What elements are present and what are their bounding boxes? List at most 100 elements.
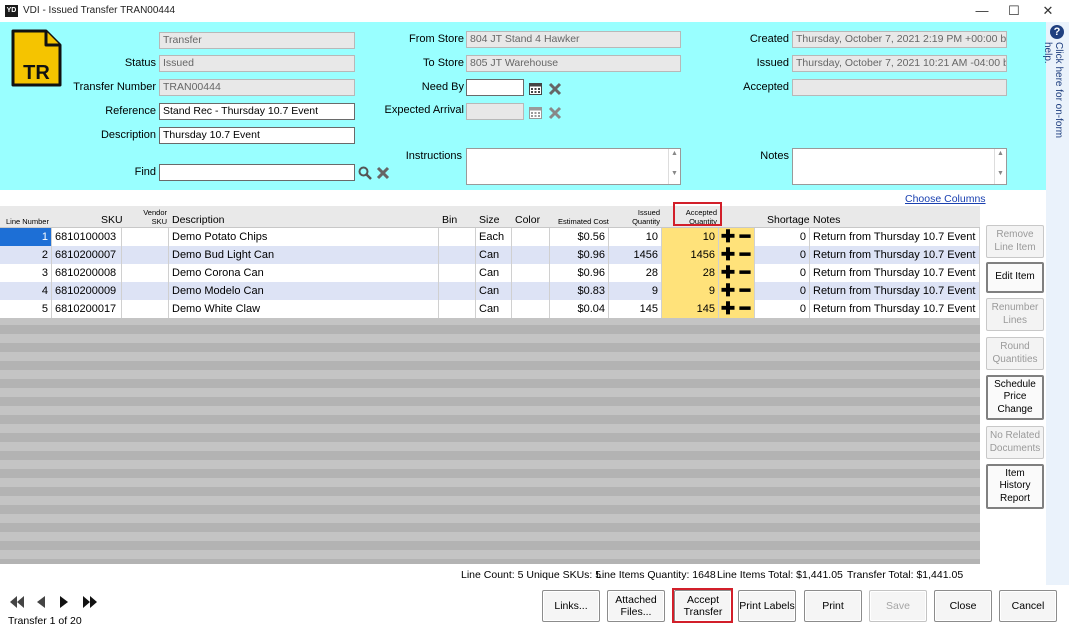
help-icon[interactable]: ? xyxy=(1050,25,1064,39)
cell-cost[interactable]: $0.56 xyxy=(550,228,609,246)
plus-icon[interactable]: ✚ xyxy=(720,282,736,299)
cell-shortage[interactable]: 0 xyxy=(755,246,810,264)
col-size[interactable]: Size xyxy=(479,214,499,226)
cell-cost[interactable]: $0.96 xyxy=(550,264,609,282)
print-labels-button[interactable]: Print Labels xyxy=(738,590,796,622)
col-estimated-cost[interactable]: Estimated Cost xyxy=(558,217,609,226)
cell-sku[interactable]: 6810100003 xyxy=(52,228,122,246)
cell-bin[interactable] xyxy=(439,300,476,318)
cell-size[interactable]: Can xyxy=(476,300,512,318)
save-button[interactable]: Save xyxy=(869,590,927,622)
cell-bin[interactable] xyxy=(439,264,476,282)
cell-sku[interactable]: 6810200017 xyxy=(52,300,122,318)
cell-accepted[interactable]: 145 xyxy=(662,300,719,318)
cell-notes[interactable]: Return from Thursday 10.7 Event xyxy=(810,246,980,264)
edit-item-button[interactable]: Edit Item xyxy=(986,262,1044,293)
cell-issued[interactable]: 9 xyxy=(609,282,662,300)
minus-icon[interactable]: ━ xyxy=(737,282,753,299)
cell-vendor-sku[interactable] xyxy=(122,282,169,300)
col-notes[interactable]: Notes xyxy=(813,214,840,226)
cell-notes[interactable]: Return from Thursday 10.7 Event xyxy=(810,300,980,318)
cell-bin[interactable] xyxy=(439,246,476,264)
cell-bin[interactable] xyxy=(439,228,476,246)
links-button[interactable]: Links... xyxy=(542,590,600,622)
maximize-button[interactable]: ☐ xyxy=(998,1,1030,21)
col-issued-quantity[interactable]: Issued Quantity xyxy=(622,208,660,226)
renumber-lines-button[interactable]: Renumber Lines xyxy=(986,298,1044,331)
previous-record-icon[interactable] xyxy=(35,595,47,613)
col-vendor-sku[interactable]: Vendor SKU xyxy=(141,208,167,226)
cell-line[interactable]: 1 xyxy=(0,228,52,246)
attached-files-button[interactable]: Attached Files... xyxy=(607,590,665,622)
col-shortage[interactable]: Shortage xyxy=(767,214,810,226)
cell-line[interactable]: 2 xyxy=(0,246,52,264)
cell-description[interactable]: Demo Modelo Can xyxy=(169,282,439,300)
close-button[interactable]: Close xyxy=(934,590,992,622)
print-button[interactable]: Print xyxy=(804,590,862,622)
plus-icon[interactable]: ✚ xyxy=(720,228,736,245)
item-history-report-button[interactable]: Item History Report xyxy=(986,464,1044,509)
reference-input[interactable]: Stand Rec - Thursday 10.7 Event xyxy=(159,103,355,120)
find-input[interactable] xyxy=(159,164,355,181)
instructions-scrollbar[interactable]: ▲ ▼ xyxy=(668,149,680,184)
clear-need-by-icon[interactable] xyxy=(548,82,562,96)
cell-description[interactable]: Demo White Claw xyxy=(169,300,439,318)
cell-sku[interactable]: 6810200007 xyxy=(52,246,122,264)
plus-icon[interactable]: ✚ xyxy=(720,264,736,281)
plus-icon[interactable]: ✚ xyxy=(720,300,736,317)
round-quantities-button[interactable]: Round Quantities xyxy=(986,337,1044,370)
cell-cost[interactable]: $0.83 xyxy=(550,282,609,300)
notes-textarea[interactable] xyxy=(792,148,1007,185)
minus-icon[interactable]: ━ xyxy=(737,228,753,245)
cell-color[interactable] xyxy=(512,264,550,282)
cell-description[interactable]: Demo Bud Light Can xyxy=(169,246,439,264)
cell-notes[interactable]: Return from Thursday 10.7 Event xyxy=(810,264,980,282)
cell-shortage[interactable]: 0 xyxy=(755,300,810,318)
table-row[interactable]: 3 6810200008 Demo Corona Can Can $0.96 2… xyxy=(0,264,980,282)
cell-cost[interactable]: $0.96 xyxy=(550,246,609,264)
cell-vendor-sku[interactable] xyxy=(122,300,169,318)
cell-accepted[interactable]: 9 xyxy=(662,282,719,300)
cell-line[interactable]: 5 xyxy=(0,300,52,318)
last-record-icon[interactable] xyxy=(81,595,99,613)
cell-cost[interactable]: $0.04 xyxy=(550,300,609,318)
need-by-input[interactable] xyxy=(466,79,524,96)
table-row[interactable]: 5 6810200017 Demo White Claw Can $0.04 1… xyxy=(0,300,980,318)
col-bin[interactable]: Bin xyxy=(442,214,457,226)
cell-notes[interactable]: Return from Thursday 10.7 Event xyxy=(810,228,980,246)
col-sku[interactable]: SKU xyxy=(101,214,123,226)
cell-color[interactable] xyxy=(512,300,550,318)
cell-vendor-sku[interactable] xyxy=(122,228,169,246)
no-related-documents-button[interactable]: No Related Documents xyxy=(986,426,1044,459)
schedule-price-change-button[interactable]: Schedule Price Change xyxy=(986,375,1044,420)
cell-color[interactable] xyxy=(512,282,550,300)
search-icon[interactable] xyxy=(358,166,372,180)
cell-line[interactable]: 4 xyxy=(0,282,52,300)
description-input[interactable]: Thursday 10.7 Event xyxy=(159,127,355,144)
cell-color[interactable] xyxy=(512,228,550,246)
choose-columns-link[interactable]: Choose Columns xyxy=(905,193,986,205)
cell-accepted[interactable]: 10 xyxy=(662,228,719,246)
cell-issued[interactable]: 145 xyxy=(609,300,662,318)
cell-line[interactable]: 3 xyxy=(0,264,52,282)
cell-shortage[interactable]: 0 xyxy=(755,264,810,282)
col-description[interactable]: Description xyxy=(172,214,225,226)
cell-description[interactable]: Demo Potato Chips xyxy=(169,228,439,246)
cell-color[interactable] xyxy=(512,246,550,264)
close-window-button[interactable]: ✕ xyxy=(1032,1,1064,21)
cell-shortage[interactable]: 0 xyxy=(755,228,810,246)
cell-accepted[interactable]: 1456 xyxy=(662,246,719,264)
table-row[interactable]: 4 6810200009 Demo Modelo Can Can $0.83 9… xyxy=(0,282,980,300)
cell-vendor-sku[interactable] xyxy=(122,264,169,282)
instructions-textarea[interactable] xyxy=(466,148,681,185)
cell-vendor-sku[interactable] xyxy=(122,246,169,264)
cell-size[interactable]: Can xyxy=(476,282,512,300)
help-link[interactable]: Click here for on-form help. xyxy=(1042,42,1064,162)
next-record-icon[interactable] xyxy=(58,595,70,613)
cell-shortage[interactable]: 0 xyxy=(755,282,810,300)
cell-description[interactable]: Demo Corona Can xyxy=(169,264,439,282)
remove-line-item-button[interactable]: Remove Line Item xyxy=(986,225,1044,258)
cell-size[interactable]: Can xyxy=(476,246,512,264)
minimize-button[interactable]: — xyxy=(966,1,998,21)
notes-scrollbar[interactable]: ▲ ▼ xyxy=(994,149,1006,184)
